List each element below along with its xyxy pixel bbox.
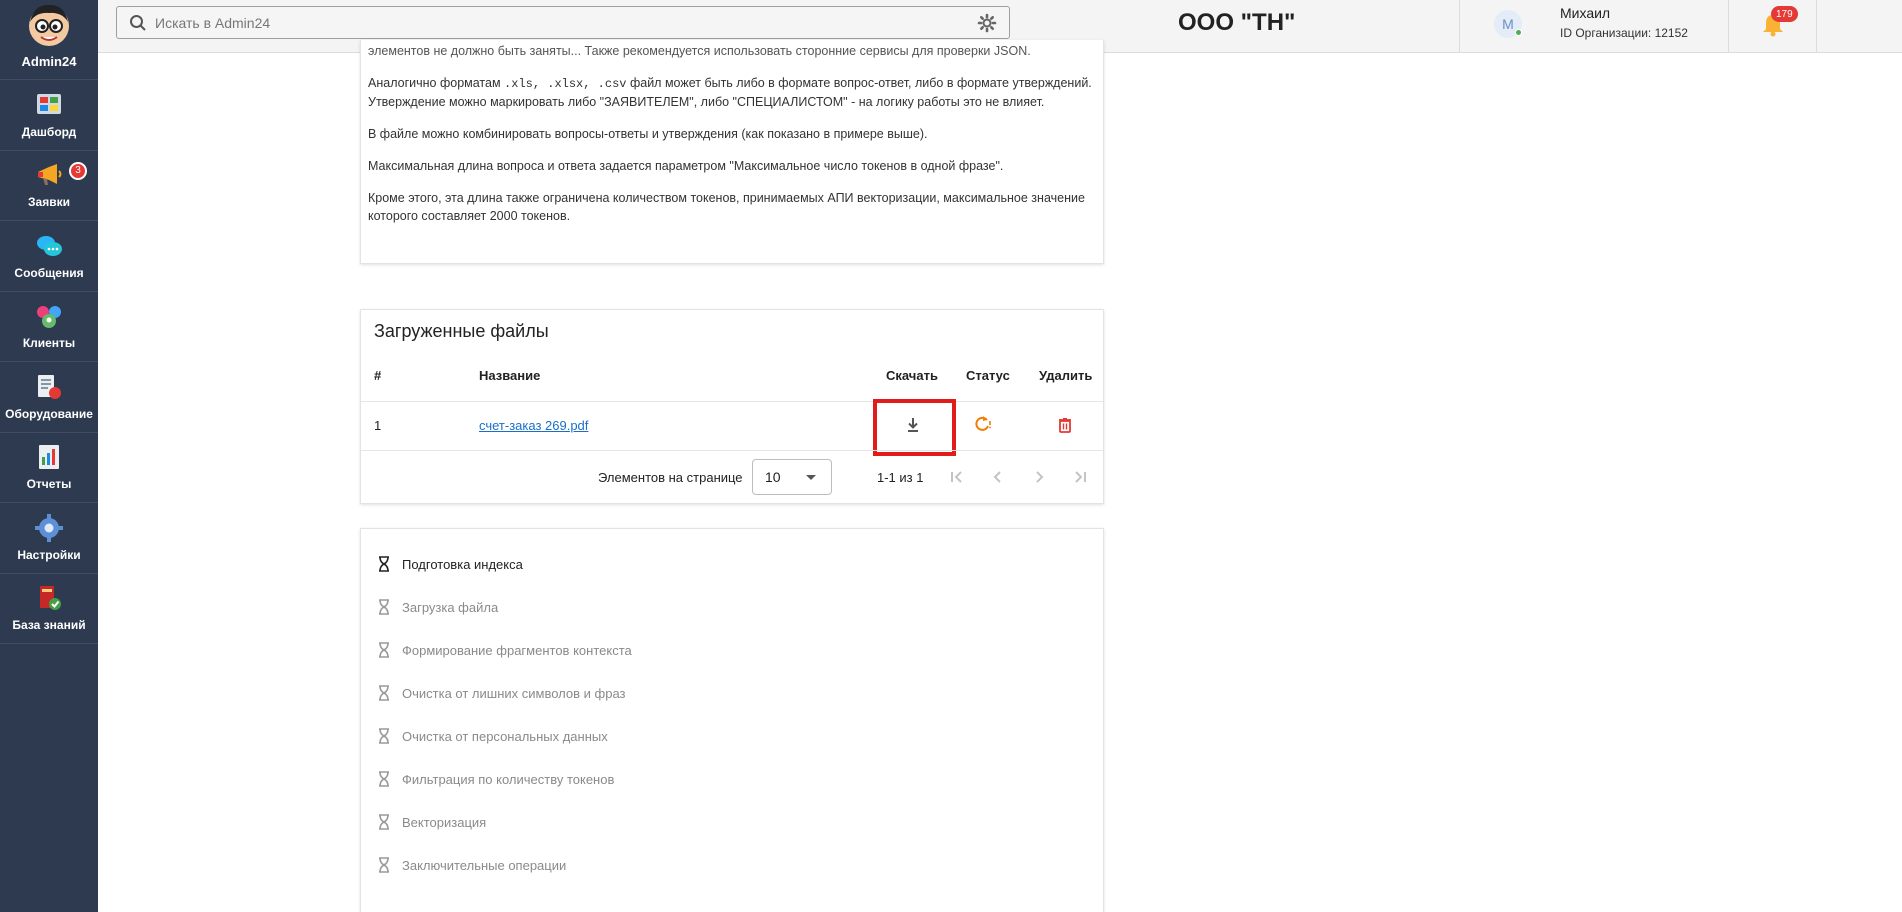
sidebar-item-label: Оборудование bbox=[5, 406, 93, 421]
chat-bubbles-icon bbox=[37, 235, 62, 256]
chevron-down-icon bbox=[806, 475, 816, 480]
step-item: Заключительные операции bbox=[377, 855, 566, 875]
step-label: Загрузка файла bbox=[402, 599, 499, 615]
dashboard-icon bbox=[37, 93, 61, 114]
step-label: Подготовка индекса bbox=[402, 556, 523, 572]
step-item: Загрузка файла bbox=[377, 597, 498, 617]
sidebar-item-label: Дашборд bbox=[21, 124, 77, 139]
step-label: Очистка от лишних символов и фраз bbox=[402, 685, 626, 701]
sidebar-item-messages[interactable]: Сообщения bbox=[0, 221, 98, 292]
header-divider bbox=[1816, 0, 1817, 53]
column-header-num: # bbox=[374, 368, 382, 383]
brand-logo[interactable]: Admin24 bbox=[0, 0, 98, 80]
step-item: Векторизация bbox=[377, 812, 486, 832]
organization-id: ID Организации: 12152 bbox=[1560, 26, 1688, 40]
step-item: Очистка от лишних символов и фраз bbox=[377, 683, 625, 703]
column-header-delete: Удалить bbox=[1039, 368, 1093, 383]
instruction-text: Аналогично форматам bbox=[368, 76, 501, 90]
sidebar-item-reports[interactable]: Отчеты bbox=[0, 433, 98, 503]
brand-name: Admin24 bbox=[21, 54, 77, 69]
step-label: Заключительные операции bbox=[402, 857, 567, 873]
user-avatar[interactable]: М bbox=[1494, 10, 1522, 38]
next-page-icon[interactable] bbox=[1029, 467, 1049, 487]
step-item: Подготовка индекса bbox=[377, 554, 523, 574]
step-item: Формирование фрагментов контекста bbox=[377, 640, 632, 660]
mascot-logo-icon bbox=[29, 4, 69, 46]
instruction-paragraph: Аналогично форматам .xls, .xlsx, .csv фа… bbox=[368, 74, 1096, 111]
status-refresh-warning-icon[interactable] bbox=[974, 415, 992, 433]
knowledge-base-icon bbox=[40, 586, 61, 611]
requests-count-badge: 3 bbox=[69, 161, 87, 180]
notifications-count-badge: 179 bbox=[1771, 6, 1798, 22]
uploaded-files-card: Загруженные файлы # Название Скачать Ста… bbox=[360, 309, 1104, 504]
sidebar-item-label: Настройки bbox=[17, 547, 81, 562]
sidebar-item-label: Клиенты bbox=[22, 336, 76, 351]
sidebar-item-equipment[interactable]: Оборудование bbox=[0, 362, 98, 433]
items-per-page-value: 10 bbox=[765, 469, 781, 485]
instruction-paragraph: Максимальная длина вопроса и ответа зада… bbox=[368, 159, 1004, 173]
organization-title[interactable]: ООО "ТН" bbox=[1178, 9, 1295, 37]
hourglass-icon bbox=[379, 728, 389, 744]
sidebar-item-label: Сообщения bbox=[14, 265, 84, 280]
sidebar-item-label: Заявки bbox=[28, 195, 70, 210]
hourglass-icon bbox=[379, 857, 389, 873]
hourglass-icon bbox=[379, 642, 389, 658]
row-number: 1 bbox=[374, 418, 382, 433]
first-page-icon[interactable] bbox=[947, 467, 967, 487]
hourglass-icon bbox=[379, 556, 389, 572]
search-settings-gear-icon[interactable] bbox=[977, 13, 997, 33]
delete-trash-icon[interactable] bbox=[1056, 416, 1074, 434]
step-label: Очистка от персональных данных bbox=[402, 728, 608, 744]
download-highlight-box bbox=[873, 399, 956, 456]
format-instructions-card: элементов не должно быть заняты... Также… bbox=[360, 40, 1104, 264]
sidebar-item-knowledge-base[interactable]: База знаний bbox=[0, 574, 98, 644]
table-divider bbox=[361, 450, 1103, 451]
sidebar: Admin24 Дашборд Заявки 3 Сообщения Клиен… bbox=[0, 0, 98, 912]
uploaded-files-title: Загруженные файлы bbox=[374, 321, 549, 341]
pagination-range: 1-1 из 1 bbox=[877, 470, 924, 485]
step-item: Фильтрация по количеству токенов bbox=[377, 769, 614, 789]
sidebar-item-settings[interactable]: Настройки bbox=[0, 503, 98, 574]
search-input[interactable] bbox=[147, 14, 977, 31]
previous-page-icon[interactable] bbox=[988, 467, 1008, 487]
sidebar-item-dashboard[interactable]: Дашборд bbox=[0, 80, 98, 151]
online-status-dot bbox=[1515, 29, 1522, 36]
global-search bbox=[116, 6, 1010, 39]
hourglass-icon bbox=[379, 771, 389, 787]
table-divider bbox=[361, 401, 1103, 402]
search-icon bbox=[130, 14, 146, 31]
instruction-text-cut: элементов не должно быть заняты... Также… bbox=[368, 44, 1031, 58]
items-per-page-select[interactable]: 10 bbox=[752, 459, 832, 495]
sidebar-item-label: База знаний bbox=[12, 618, 86, 633]
items-per-page-label: Элементов на странице bbox=[598, 470, 743, 485]
clients-icon bbox=[37, 306, 61, 329]
hourglass-icon bbox=[379, 599, 389, 615]
processing-steps-card: Подготовка индекса Загрузка файла Формир… bbox=[360, 528, 1104, 912]
step-label: Векторизация bbox=[402, 814, 487, 830]
instruction-paragraph: Кроме этого, эта длина также ограничена … bbox=[368, 191, 1085, 223]
step-label: Формирование фрагментов контекста bbox=[402, 642, 632, 658]
hourglass-icon bbox=[379, 814, 389, 830]
sidebar-item-label: Отчеты bbox=[26, 477, 72, 492]
step-item: Очистка от персональных данных bbox=[377, 726, 608, 746]
sidebar-item-clients[interactable]: Клиенты bbox=[0, 292, 98, 362]
equipment-icon bbox=[38, 374, 61, 399]
last-page-icon[interactable] bbox=[1070, 467, 1090, 487]
step-label: Фильтрация по количеству токенов bbox=[402, 771, 615, 787]
column-header-status: Статус bbox=[966, 368, 1010, 383]
instruction-paragraph: В файле можно комбинировать вопросы-отве… bbox=[368, 127, 928, 141]
sidebar-item-requests[interactable]: Заявки 3 bbox=[0, 151, 98, 221]
file-name-link[interactable]: счет-заказ 269.pdf bbox=[479, 418, 588, 433]
instruction-code: .xls, .xlsx, .csv bbox=[504, 77, 627, 91]
hourglass-icon bbox=[379, 685, 389, 701]
column-header-download: Скачать bbox=[886, 368, 938, 383]
avatar-initial: М bbox=[1502, 16, 1514, 32]
report-icon bbox=[39, 445, 59, 470]
settings-gear-icon bbox=[35, 513, 63, 542]
column-header-name: Название bbox=[479, 368, 541, 383]
header-divider bbox=[1459, 0, 1460, 53]
header-divider bbox=[1728, 0, 1729, 53]
user-name[interactable]: Михаил bbox=[1560, 5, 1610, 21]
megaphone-icon bbox=[38, 164, 62, 186]
